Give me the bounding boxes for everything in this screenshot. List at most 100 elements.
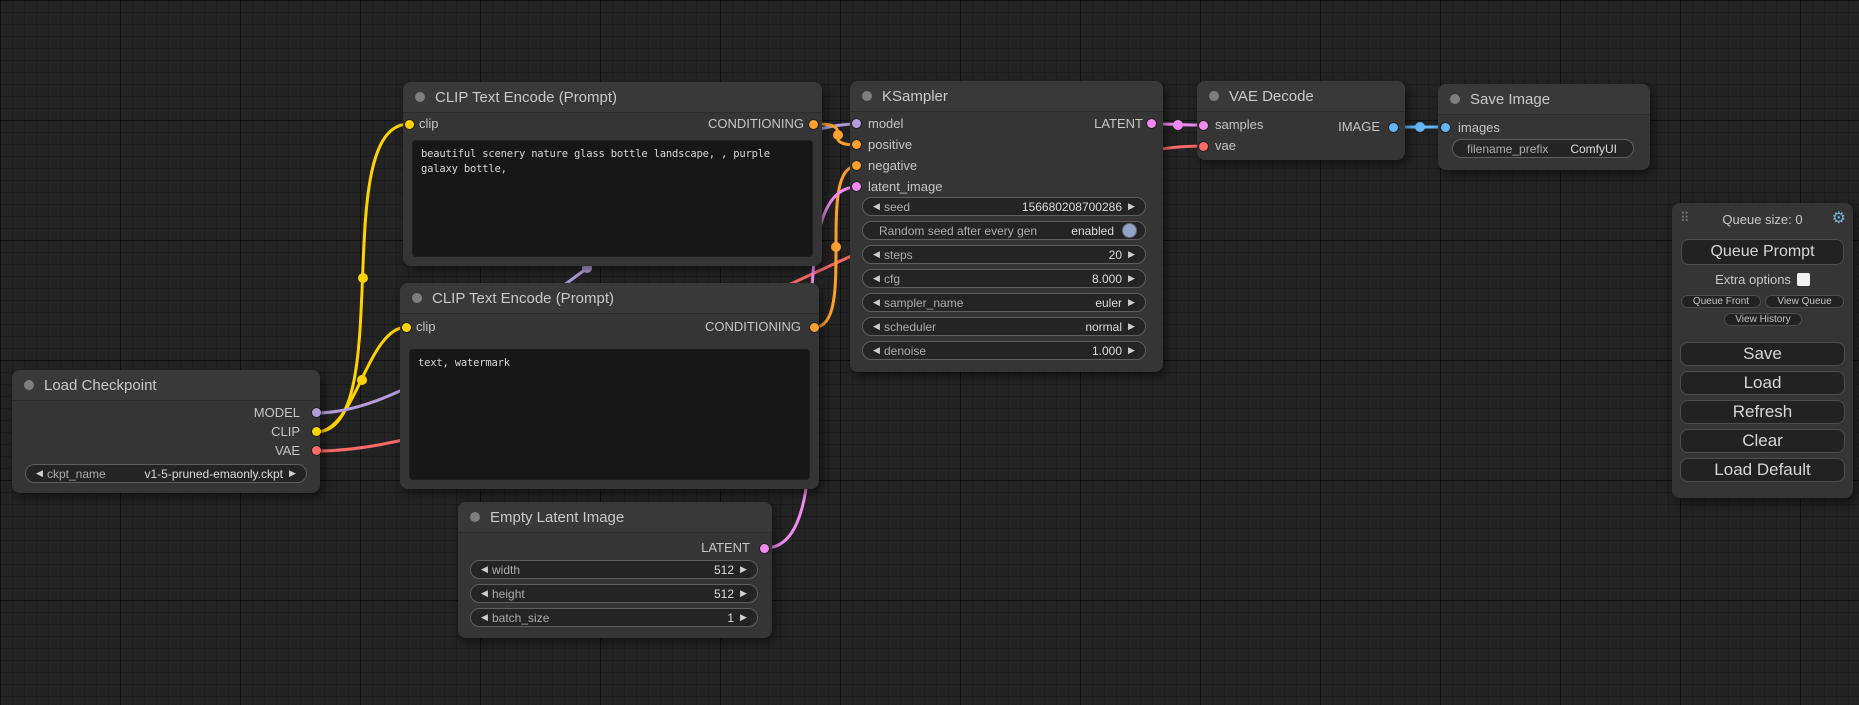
decrement-arrow-icon[interactable]: ◀ xyxy=(869,318,884,335)
increment-arrow-icon[interactable]: ▶ xyxy=(1124,270,1139,287)
node-clip-text-encode-negative[interactable]: CLIP Text Encode (Prompt) clip CONDITION… xyxy=(400,283,819,489)
conditioning-output-port[interactable] xyxy=(810,323,819,332)
node-clip-text-encode-positive[interactable]: CLIP Text Encode (Prompt) clip CONDITION… xyxy=(403,82,822,266)
increment-arrow-icon[interactable]: ▶ xyxy=(736,561,751,578)
decrement-arrow-icon[interactable]: ◀ xyxy=(477,585,492,602)
link-midpoint-dot xyxy=(1415,122,1425,132)
view-history-button[interactable]: View History xyxy=(1724,313,1802,326)
queue-front-button[interactable]: Queue Front xyxy=(1681,295,1761,308)
queue-menu-panel[interactable]: ⠿ Queue size: 0 ⚙ Queue Prompt Extra opt… xyxy=(1672,203,1853,498)
node-titlebar[interactable]: VAE Decode xyxy=(1197,81,1405,112)
increment-arrow-icon[interactable]: ▶ xyxy=(1124,198,1139,215)
toggle-enabled-icon[interactable] xyxy=(1122,223,1137,238)
settings-gear-icon[interactable]: ⚙ xyxy=(1832,208,1846,228)
ckpt-name-widget[interactable]: ◀ ckpt_name v1-5-pruned-emaonly.ckpt ▶ xyxy=(25,464,307,483)
node-graph-canvas[interactable]: Load Checkpoint MODEL CLIP VAE ◀ ckpt_na… xyxy=(0,0,1859,705)
height-widget[interactable]: ◀ height 512 ▶ xyxy=(470,584,758,603)
collapse-dot-icon[interactable] xyxy=(412,293,422,303)
latent-output-port[interactable] xyxy=(1147,119,1156,128)
refresh-button[interactable]: Refresh xyxy=(1680,400,1845,424)
load-button[interactable]: Load xyxy=(1680,371,1845,395)
collapse-dot-icon[interactable] xyxy=(1450,94,1460,104)
collapse-dot-icon[interactable] xyxy=(470,512,480,522)
cfg-widget[interactable]: ◀ cfg 8.000 ▶ xyxy=(862,269,1146,288)
decrement-arrow-icon[interactable]: ◀ xyxy=(477,561,492,578)
input-label-latent-image: latent_image xyxy=(868,179,942,194)
random-seed-toggle-widget[interactable]: Random seed after every gen enabled xyxy=(862,221,1146,240)
increment-arrow-icon[interactable]: ▶ xyxy=(1124,318,1139,335)
widget-label: denoise xyxy=(884,344,926,358)
clip-output-port[interactable] xyxy=(312,427,321,436)
save-button[interactable]: Save xyxy=(1680,342,1845,366)
conditioning-output-port[interactable] xyxy=(809,120,818,129)
node-titlebar[interactable]: Load Checkpoint xyxy=(12,370,320,401)
increment-arrow-icon[interactable]: ▶ xyxy=(1124,342,1139,359)
decrement-arrow-icon[interactable]: ◀ xyxy=(869,342,884,359)
decrement-arrow-icon[interactable]: ◀ xyxy=(869,270,884,287)
input-label-images: images xyxy=(1458,120,1500,135)
view-queue-button[interactable]: View Queue xyxy=(1765,295,1844,308)
node-titlebar[interactable]: Empty Latent Image xyxy=(458,502,772,533)
negative-prompt-textarea[interactable]: text, watermark xyxy=(409,349,810,480)
widget-value: enabled xyxy=(1071,224,1116,238)
node-title: Load Checkpoint xyxy=(44,377,157,394)
increment-arrow-icon[interactable]: ▶ xyxy=(1124,246,1139,263)
node-empty-latent-image[interactable]: Empty Latent Image LATENT ◀ width 512 ▶ … xyxy=(458,502,772,638)
vae-input-port[interactable] xyxy=(1199,142,1208,151)
clip-input-port[interactable] xyxy=(402,323,411,332)
input-label-clip: clip xyxy=(419,116,439,131)
clip-input-port[interactable] xyxy=(405,120,414,129)
node-ksampler[interactable]: KSampler model positive negative latent_… xyxy=(850,81,1163,372)
latent-output-port[interactable] xyxy=(760,544,769,553)
steps-widget[interactable]: ◀ steps 20 ▶ xyxy=(862,245,1146,264)
node-titlebar[interactable]: Save Image xyxy=(1438,84,1650,115)
model-input-port[interactable] xyxy=(852,119,861,128)
positive-input-port[interactable] xyxy=(852,140,861,149)
node-vae-decode[interactable]: VAE Decode samples vae IMAGE xyxy=(1197,81,1405,160)
node-save-image[interactable]: Save Image images filename_prefix ComfyU… xyxy=(1438,84,1650,170)
decrement-arrow-icon[interactable]: ◀ xyxy=(869,246,884,263)
clear-button[interactable]: Clear xyxy=(1680,429,1845,453)
collapse-dot-icon[interactable] xyxy=(862,91,872,101)
width-widget[interactable]: ◀ width 512 ▶ xyxy=(470,560,758,579)
increment-arrow-icon[interactable]: ▶ xyxy=(285,465,300,482)
link-midpoint-dot xyxy=(1173,120,1183,130)
extra-options-checkbox[interactable] xyxy=(1797,273,1810,286)
denoise-widget[interactable]: ◀ denoise 1.000 ▶ xyxy=(862,341,1146,360)
seed-widget[interactable]: ◀ seed 156680208700286 ▶ xyxy=(862,197,1146,216)
node-titlebar[interactable]: CLIP Text Encode (Prompt) xyxy=(400,283,819,314)
filename-prefix-widget[interactable]: filename_prefix ComfyUI xyxy=(1452,139,1634,158)
vae-output-port[interactable] xyxy=(312,446,321,455)
negative-input-port[interactable] xyxy=(852,161,861,170)
increment-arrow-icon[interactable]: ▶ xyxy=(1124,294,1139,311)
decrement-arrow-icon[interactable]: ◀ xyxy=(869,294,884,311)
node-titlebar[interactable]: CLIP Text Encode (Prompt) xyxy=(403,82,822,113)
collapse-dot-icon[interactable] xyxy=(415,92,425,102)
node-load-checkpoint[interactable]: Load Checkpoint MODEL CLIP VAE ◀ ckpt_na… xyxy=(12,370,320,493)
increment-arrow-icon[interactable]: ▶ xyxy=(736,585,751,602)
positive-prompt-textarea[interactable]: beautiful scenery nature glass bottle la… xyxy=(412,140,813,257)
decrement-arrow-icon[interactable]: ◀ xyxy=(477,609,492,626)
collapse-dot-icon[interactable] xyxy=(24,380,34,390)
node-titlebar[interactable]: KSampler xyxy=(850,81,1163,112)
samples-input-port[interactable] xyxy=(1199,121,1208,130)
extra-options-row: Extra options xyxy=(1672,272,1853,287)
output-label-latent: LATENT xyxy=(701,540,750,555)
decrement-arrow-icon[interactable]: ◀ xyxy=(32,465,47,482)
sampler-name-widget[interactable]: ◀ sampler_name euler ▶ xyxy=(862,293,1146,312)
load-default-button[interactable]: Load Default xyxy=(1680,458,1845,482)
images-input-port[interactable] xyxy=(1441,123,1450,132)
decrement-arrow-icon[interactable]: ◀ xyxy=(869,198,884,215)
scheduler-widget[interactable]: ◀ scheduler normal ▶ xyxy=(862,317,1146,336)
queue-prompt-button[interactable]: Queue Prompt xyxy=(1681,239,1844,265)
widget-label: Random seed after every gen xyxy=(879,224,1037,238)
widget-label: height xyxy=(492,587,525,601)
model-output-port[interactable] xyxy=(312,408,321,417)
image-output-port[interactable] xyxy=(1389,123,1398,132)
input-label-positive: positive xyxy=(868,137,912,152)
latent-image-input-port[interactable] xyxy=(852,182,861,191)
collapse-dot-icon[interactable] xyxy=(1209,91,1219,101)
batch-size-widget[interactable]: ◀ batch_size 1 ▶ xyxy=(470,608,758,627)
increment-arrow-icon[interactable]: ▶ xyxy=(736,609,751,626)
widget-value: normal xyxy=(1085,320,1124,334)
